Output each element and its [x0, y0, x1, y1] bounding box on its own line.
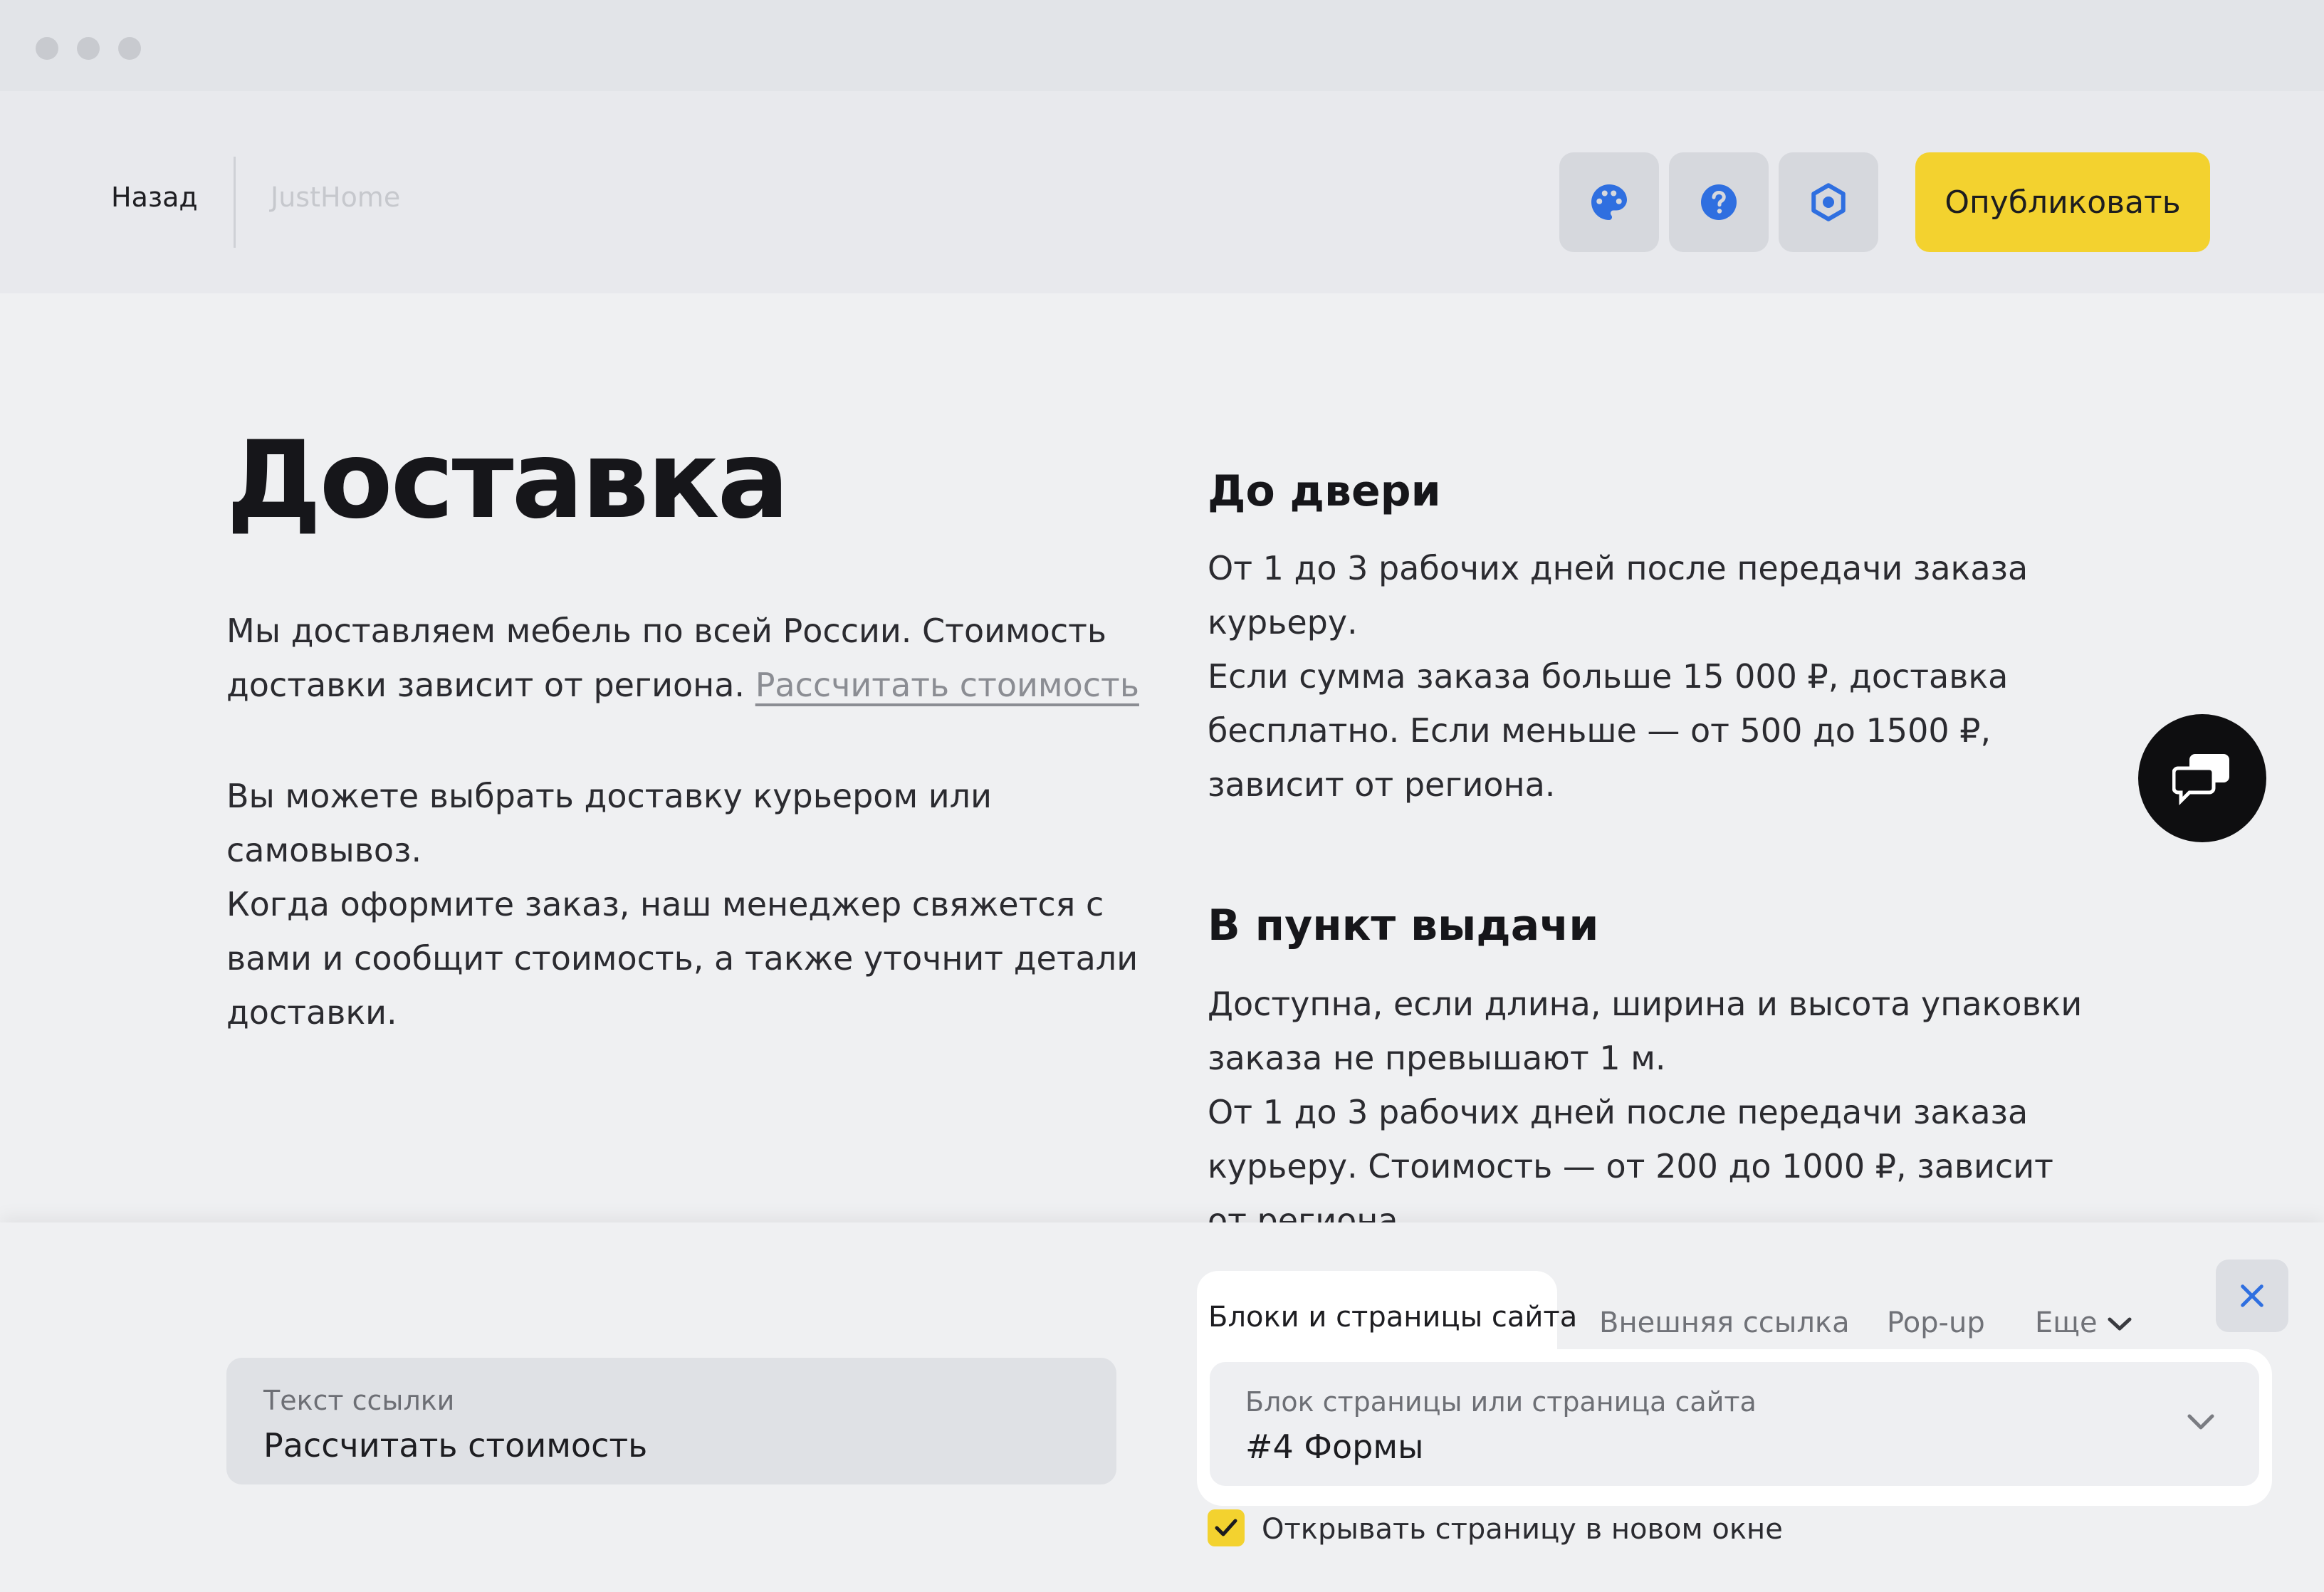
page-block-select-value: #4 Формы: [1245, 1428, 1424, 1466]
door-delivery-heading: До двери: [1208, 466, 1441, 516]
page-block-select-card: Блок страницы или страница сайта #4 Форм…: [1197, 1349, 2272, 1506]
palette-icon: [1591, 184, 1627, 220]
courier-paragraph: Вы можете выбрать доставку курьером или …: [226, 769, 1152, 1039]
editor-header: Назад JustHome Опубликовать: [0, 91, 2324, 293]
pickup-text: Доступна, если длина, ширина и высота уп…: [1208, 977, 2090, 1222]
new-window-checkbox[interactable]: [1208, 1509, 1245, 1546]
pickup-price-line: От 1 до 3 рабочих дней после передачи за…: [1208, 1093, 2053, 1222]
courier-text-line: Вы можете выбрать доставку курьером или …: [226, 777, 992, 869]
header-divider: [234, 157, 236, 248]
chevron-down-icon: [2187, 1414, 2214, 1430]
window-maximize-control[interactable]: [118, 37, 141, 60]
tab-site-blocks[interactable]: Блоки и страницы сайта: [1197, 1271, 1577, 1356]
publish-button[interactable]: Опубликовать: [1915, 152, 2210, 252]
link-settings-panel: Текст ссылки Рассчитать стоимость Блоки …: [0, 1222, 2324, 1592]
window-minimize-control[interactable]: [77, 37, 100, 60]
tab-popup[interactable]: Pop-up: [1887, 1306, 1985, 1339]
new-window-label[interactable]: Открывать страницу в новом окне: [1262, 1513, 1783, 1546]
calculate-cost-link[interactable]: Рассчитать стоимость: [755, 666, 1139, 704]
checkmark-icon: [1215, 1519, 1237, 1536]
manager-text-line: Когда оформите заказ, наш менеджер свяже…: [226, 885, 1139, 1032]
pickup-size-line: Доступна, если длина, ширина и высота уп…: [1208, 985, 2083, 1077]
door-delivery-price-line: Если сумма заказа больше 15 000 ₽, доста…: [1208, 657, 2009, 804]
chat-button[interactable]: [2138, 714, 2266, 842]
chat-icon: [2172, 754, 2229, 805]
intro-paragraph: Мы доставляем мебель по всей России. Сто…: [226, 604, 1152, 712]
door-delivery-text: От 1 до 3 рабочих дней после передачи за…: [1208, 541, 2090, 812]
window-close-control[interactable]: [36, 37, 58, 60]
pickup-heading: В пункт выдачи: [1208, 901, 1599, 951]
link-text-label: Текст ссылки: [263, 1385, 455, 1416]
tab-external-link[interactable]: Внешняя ссылка: [1599, 1306, 1850, 1339]
page-block-select-label: Блок страницы или страница сайта: [1245, 1386, 1757, 1418]
window-titlebar: [0, 0, 2324, 91]
link-text-value[interactable]: Рассчитать стоимость: [263, 1426, 647, 1465]
back-link[interactable]: Назад: [111, 184, 198, 211]
help-icon: [1701, 184, 1737, 220]
tab-more[interactable]: Еще: [2035, 1306, 2132, 1339]
page-block-select[interactable]: Блок страницы или страница сайта #4 Форм…: [1210, 1362, 2259, 1486]
page-title: Доставка: [226, 419, 790, 543]
chevron-down-icon: [2108, 1317, 2132, 1331]
door-delivery-line: От 1 до 3 рабочих дней после передачи за…: [1208, 549, 2029, 641]
link-text-field[interactable]: Текст ссылки Рассчитать стоимость: [226, 1358, 1116, 1484]
close-panel-button[interactable]: [2216, 1260, 2288, 1332]
tab-site-blocks-label: Блоки и страницы сайта: [1208, 1301, 1578, 1334]
help-button[interactable]: [1669, 152, 1769, 252]
theme-button[interactable]: [1559, 152, 1659, 252]
close-icon: [2241, 1284, 2263, 1307]
settings-hex-icon: [1811, 183, 1846, 221]
settings-button[interactable]: [1779, 152, 1878, 252]
site-name: JustHome: [271, 182, 401, 213]
tab-more-label: Еще: [2035, 1306, 2098, 1339]
